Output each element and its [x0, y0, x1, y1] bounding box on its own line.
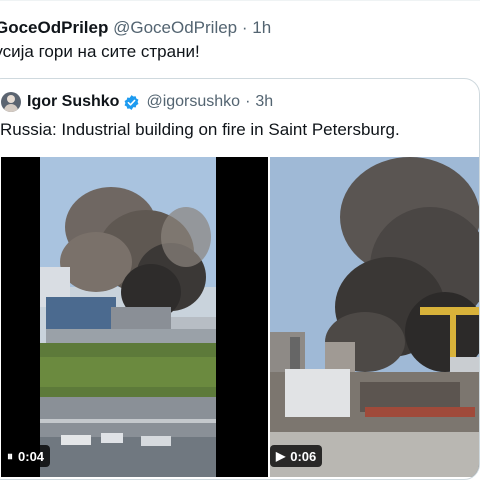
- quoted-display-name[interactable]: Igor Sushko: [27, 93, 119, 111]
- top-divider: [0, 0, 480, 5]
- video-1-time-badge[interactable]: ⏸ 0:04: [1, 445, 51, 467]
- quoted-tweet-card[interactable]: Igor Sushko @igorsushko · 3h Russia: Ind…: [0, 78, 480, 480]
- video-1-timestamp: 0:04: [18, 448, 45, 464]
- outer-tweet-text: Русија гори на сите страни!: [0, 42, 200, 61]
- quoted-timestamp[interactable]: 3h: [255, 93, 273, 111]
- video-2-time-badge[interactable]: ▶ 0:06: [270, 445, 323, 467]
- video-frame-fire-2: [270, 157, 479, 477]
- play-icon[interactable]: ▶: [276, 449, 285, 463]
- video-frame-fire-1: [1, 157, 268, 477]
- outer-display-name[interactable]: GoceOdPrilep: [0, 18, 108, 37]
- outer-separator: ·: [241, 18, 248, 37]
- quoted-separator: ·: [245, 93, 251, 110]
- quoted-handle[interactable]: @igorsushko: [146, 93, 240, 111]
- verified-badge-icon: [125, 94, 139, 110]
- video-player-2[interactable]: ▶ 0:06: [270, 157, 479, 477]
- video-2-timestamp: 0:06: [290, 448, 317, 464]
- avatar[interactable]: [1, 92, 21, 112]
- outer-timestamp[interactable]: 1h: [252, 18, 271, 37]
- video-player-1[interactable]: ⏸ 0:04: [1, 157, 268, 477]
- quoted-tweet-header: Igor Sushko @igorsushko · 3h: [1, 91, 273, 113]
- pause-icon[interactable]: ⏸: [7, 449, 13, 464]
- outer-handle[interactable]: @GoceOdPrilep: [113, 18, 237, 37]
- quoted-tweet-text: Russia: Industrial building on fire in S…: [0, 120, 400, 139]
- outer-tweet-header: GoceOdPrilep @GoceOdPrilep · 1h: [0, 16, 271, 40]
